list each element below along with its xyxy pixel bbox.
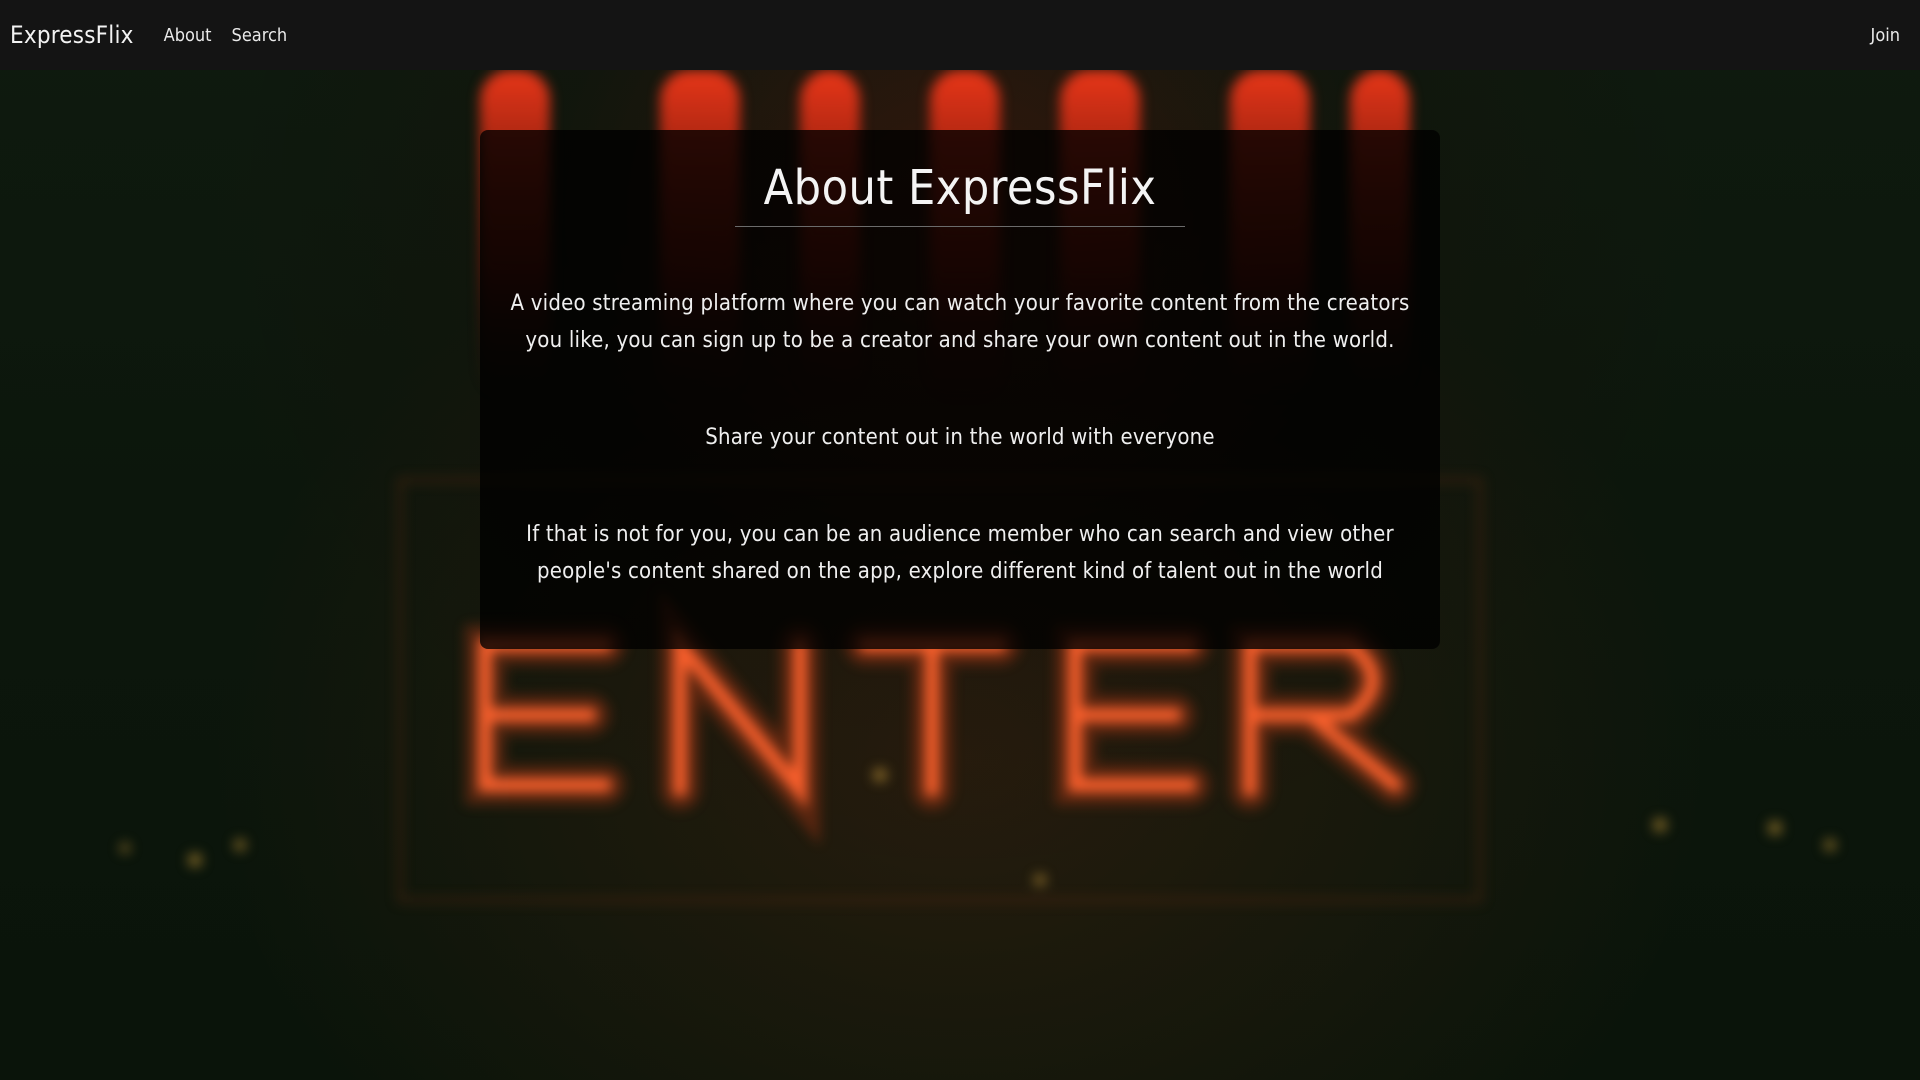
nav-link-about[interactable]: About xyxy=(164,25,212,46)
about-page: ExpressFlix About Search Join About Expr… xyxy=(0,0,1920,1080)
brand-logo-link[interactable]: ExpressFlix xyxy=(10,21,134,49)
about-card: About ExpressFlix A video streaming plat… xyxy=(480,130,1440,649)
join-link[interactable]: Join xyxy=(1871,25,1900,46)
nav-link-search[interactable]: Search xyxy=(232,25,288,46)
about-paragraph-platform: A video streaming platform where you can… xyxy=(510,291,1410,353)
top-navbar: ExpressFlix About Search Join xyxy=(0,0,1920,70)
title-divider xyxy=(735,226,1185,227)
about-paragraph-share: Share your content out in the world with… xyxy=(705,425,1215,450)
page-title: About ExpressFlix xyxy=(763,160,1157,216)
about-paragraph-audience: If that is not for you, you can be an au… xyxy=(526,522,1394,584)
